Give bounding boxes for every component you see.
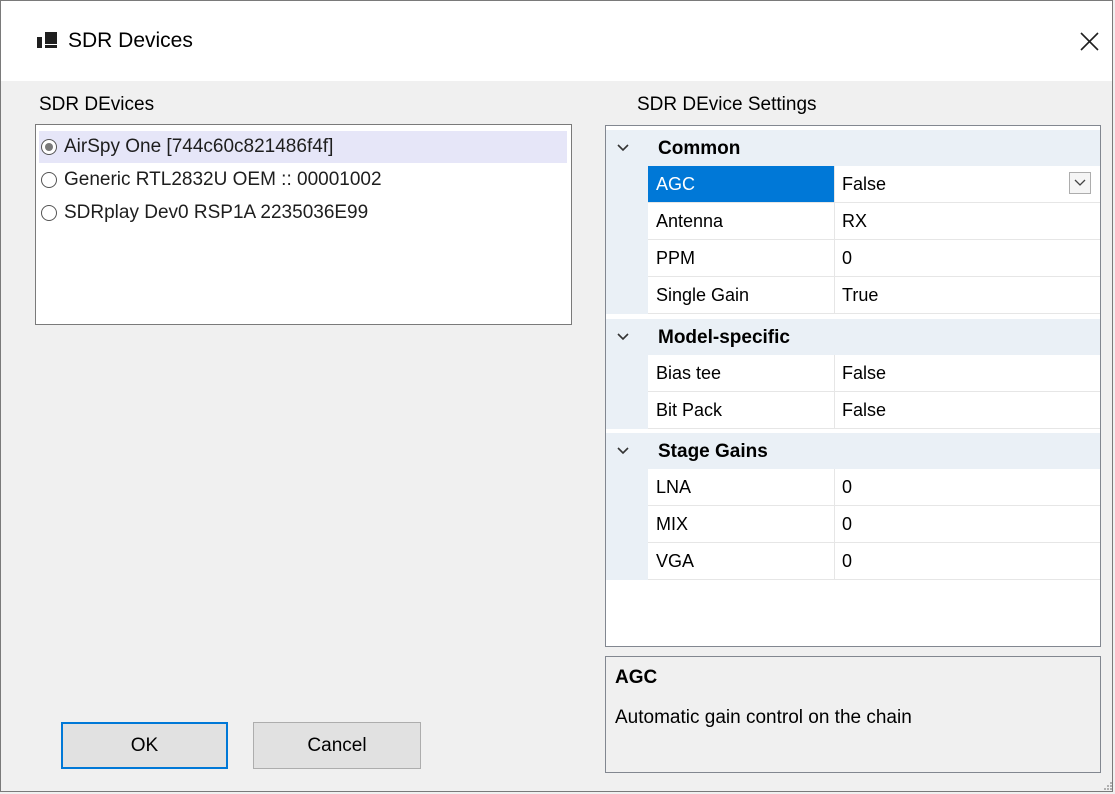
property-name: LNA <box>656 477 692 497</box>
category-common[interactable]: Common <box>606 130 1100 166</box>
device-item[interactable]: AirSpy One [744c60c821486f4f] <box>39 131 567 163</box>
property-row-lna[interactable]: LNA 0 <box>606 469 1100 506</box>
property-value[interactable]: False <box>842 174 886 195</box>
radio-button[interactable] <box>41 172 57 188</box>
property-value[interactable]: 0 <box>842 514 852 535</box>
chevron-down-icon[interactable] <box>614 328 632 346</box>
sdr-devices-dialog: SDR Devices SDR DEvices AirSpy One [744c… <box>0 0 1113 792</box>
property-value[interactable]: RX <box>842 211 867 232</box>
property-row-ppm[interactable]: PPM 0 <box>606 240 1100 277</box>
property-value[interactable]: False <box>842 363 886 384</box>
dropdown-button[interactable] <box>1069 172 1091 194</box>
device-list[interactable]: AirSpy One [744c60c821486f4f] Generic RT… <box>35 124 572 325</box>
device-label: AirSpy One [744c60c821486f4f] <box>64 136 334 157</box>
property-name: Bit Pack <box>656 400 723 420</box>
property-grid[interactable]: Common AGC False Antenna RX PPM 0 Single… <box>605 125 1101 647</box>
property-name: Antenna <box>656 211 724 231</box>
ok-button[interactable]: OK <box>61 722 228 769</box>
property-row-bias-tee[interactable]: Bias tee False <box>606 355 1100 392</box>
property-name: MIX <box>656 514 689 534</box>
radio-button[interactable] <box>41 205 57 221</box>
cancel-button[interactable]: Cancel <box>253 722 421 769</box>
property-help-panel: AGC Automatic gain control on the chain <box>605 656 1101 773</box>
radio-button[interactable] <box>41 139 57 155</box>
property-row-mix[interactable]: MIX 0 <box>606 506 1100 543</box>
property-row-vga[interactable]: VGA 0 <box>606 543 1100 580</box>
category-label: Model-specific <box>658 327 790 348</box>
help-description: Automatic gain control on the chain <box>615 707 912 728</box>
chevron-down-icon[interactable] <box>614 139 632 157</box>
resize-grip-icon[interactable] <box>1101 779 1113 791</box>
property-name: VGA <box>656 551 695 571</box>
property-value[interactable]: True <box>842 285 878 306</box>
property-row-bit-pack[interactable]: Bit Pack False <box>606 392 1100 429</box>
property-row-single-gain[interactable]: Single Gain True <box>606 277 1100 314</box>
devices-group-label: SDR DEvices <box>39 94 155 115</box>
window-title: SDR Devices <box>68 29 193 52</box>
help-title: AGC <box>615 667 658 688</box>
property-name: PPM <box>656 248 696 268</box>
device-label: Generic RTL2832U OEM :: 00001002 <box>64 169 382 190</box>
category-label: Common <box>658 138 741 159</box>
close-icon[interactable] <box>1069 21 1109 61</box>
property-value[interactable]: False <box>842 400 886 421</box>
property-row-antenna[interactable]: Antenna RX <box>606 203 1100 240</box>
property-value[interactable]: 0 <box>842 248 852 269</box>
category-label: Stage Gains <box>658 441 768 462</box>
category-stage-gains[interactable]: Stage Gains <box>606 433 1100 469</box>
title-bar[interactable]: SDR Devices <box>1 1 1112 81</box>
property-name: Single Gain <box>656 285 750 305</box>
property-value[interactable]: 0 <box>842 477 852 498</box>
chevron-down-icon <box>1074 179 1086 186</box>
property-name: AGC <box>656 174 696 194</box>
device-label: SDRplay Dev0 RSP1A 2235036E99 <box>64 202 369 223</box>
settings-group-label: SDR DEvice Settings <box>637 94 817 115</box>
property-value[interactable]: 0 <box>842 551 852 572</box>
device-item[interactable]: SDRplay Dev0 RSP1A 2235036E99 <box>39 197 567 229</box>
chevron-down-icon[interactable] <box>614 442 632 460</box>
device-item[interactable]: Generic RTL2832U OEM :: 00001002 <box>39 164 567 196</box>
property-row-agc[interactable]: AGC False <box>606 166 1100 203</box>
category-model-specific[interactable]: Model-specific <box>606 319 1100 355</box>
app-icon <box>37 32 57 52</box>
property-name: Bias tee <box>656 363 722 383</box>
